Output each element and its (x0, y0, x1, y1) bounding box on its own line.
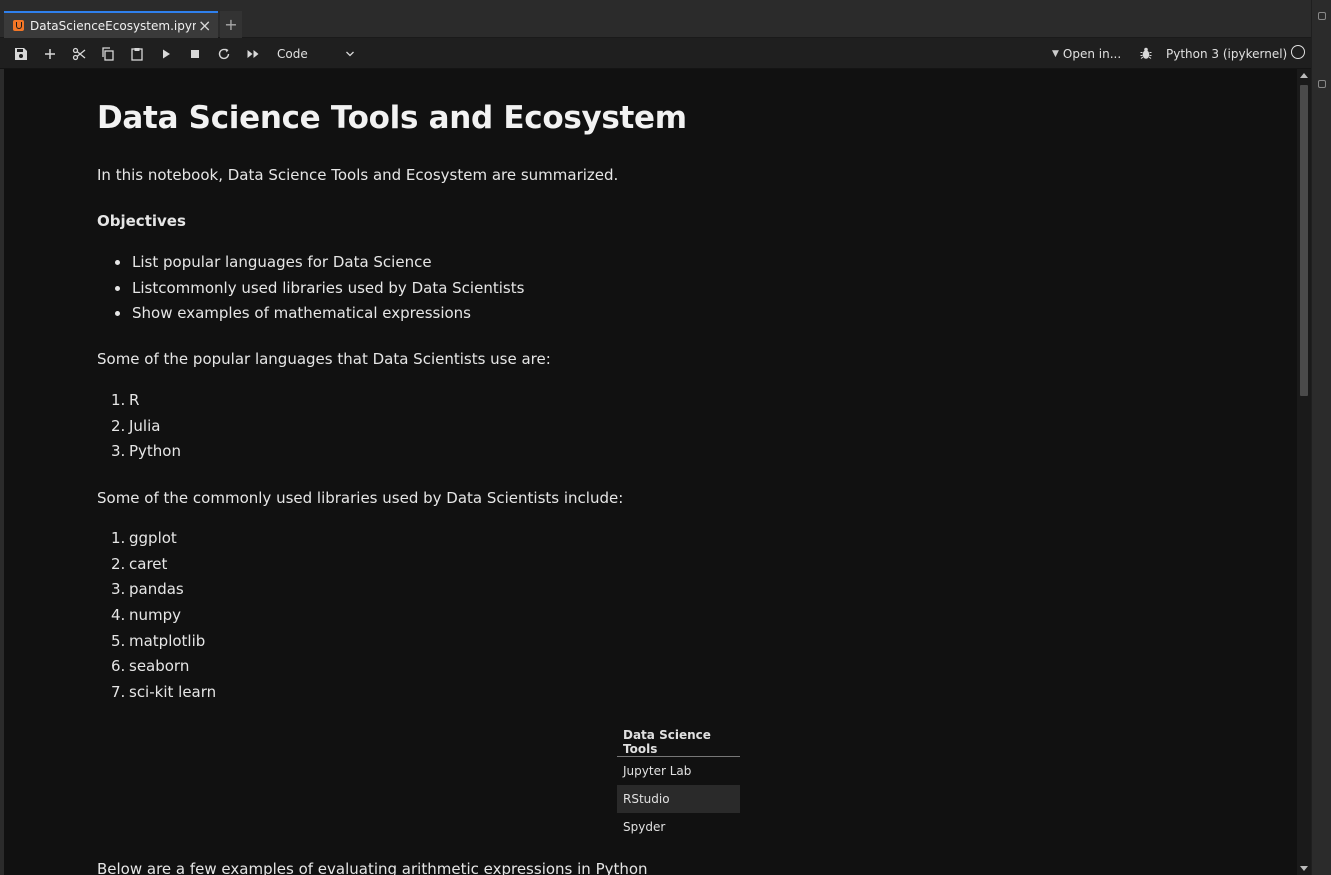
close-tab-icon[interactable]: × (198, 17, 211, 34)
notebook-panel: Data Science Tools and Ecosystem In this… (4, 69, 1297, 875)
paste-icon (131, 47, 143, 61)
run-all-icon (247, 49, 259, 58)
save-button[interactable] (11, 44, 31, 63)
tab-bar: DataScienceEcosystem.ipynb × + (0, 6, 1311, 38)
notebook-title: Data Science Tools and Ecosystem (97, 100, 687, 136)
copy-icon (102, 46, 114, 61)
list-item: 6. seaborn (111, 657, 190, 676)
tools-table: Data Science Tools Jupyter Lab RStudio S… (617, 728, 740, 841)
caret-down-icon: ▼ (1052, 48, 1059, 59)
list-item: 7. sci-kit learn (111, 683, 217, 702)
list-item: 1. R (111, 391, 140, 409)
bullet-icon (115, 260, 120, 265)
list-item: Show examples of mathematical expression… (111, 301, 524, 327)
cell-type-value: Code (277, 46, 308, 61)
insert-cell-button[interactable] (40, 44, 60, 63)
table-cell: Jupyter Lab (623, 763, 692, 778)
right-sidebar-strip (1311, 0, 1331, 875)
list-item: Listcommonly used libraries used by Data… (111, 276, 524, 302)
run-icon (163, 49, 170, 58)
cell-type-select[interactable]: Code (273, 44, 359, 63)
restart-kernel-button[interactable] (214, 44, 234, 63)
libraries-list: 1. ggplot 2. caret 3. pandas 4. numpy 5. matp… (111, 526, 216, 706)
list-item: List popular languages for Data Science (111, 250, 524, 276)
open-in-menu[interactable]: ▼ Open in... (1052, 44, 1121, 63)
notebook-toolbar: Code ▼ Open in... Python 3 (ipykernel) (0, 38, 1311, 69)
bullet-icon (115, 311, 120, 317)
table-header: Data Science Tools (617, 728, 740, 757)
add-cell-icon (45, 48, 55, 59)
intro-text: In this notebook, Data Science Tools and… (97, 166, 619, 184)
run-cell-button[interactable] (156, 44, 176, 63)
languages-intro: Some of the popular languages that Data … (97, 350, 551, 368)
bug-icon (1140, 47, 1152, 59)
paste-button[interactable] (127, 44, 147, 63)
list-item: 2. caret (111, 554, 168, 573)
save-icon (15, 47, 27, 60)
cut-button[interactable] (69, 44, 89, 63)
libraries-intro: Some of the commonly used libraries used… (97, 489, 624, 507)
chevron-down-icon (346, 51, 354, 56)
objectives-list: List popular languages for Data Science … (111, 250, 524, 327)
stop-icon (191, 49, 199, 58)
kernel-status-icon (1291, 45, 1305, 59)
notebook-tab[interactable]: DataScienceEcosystem.ipynb × (4, 11, 218, 38)
list-item: 4. numpy (111, 606, 182, 625)
copy-button[interactable] (98, 44, 118, 63)
scroll-down-arrow-icon[interactable] (1300, 866, 1308, 871)
property-inspector-icon[interactable] (1318, 12, 1326, 20)
interrupt-kernel-button[interactable] (185, 44, 205, 63)
list-item: 5. matplotlib (111, 631, 206, 650)
new-tab-button[interactable]: + (220, 11, 242, 38)
debugger-sidebar-icon[interactable] (1318, 80, 1326, 88)
table-cell: Spyder (623, 819, 666, 834)
open-in-label: Open in... (1062, 46, 1122, 61)
table-row: Jupyter Lab (617, 757, 740, 785)
list-item: 2. Julia (111, 416, 161, 435)
list-item: 3. pandas (111, 580, 184, 599)
list-item: 3. Python (111, 442, 181, 461)
table-row: RStudio (617, 784, 740, 813)
bullet-icon (115, 285, 120, 291)
scroll-up-arrow-icon[interactable] (1300, 73, 1308, 78)
table-cell: RStudio (617, 784, 740, 813)
kernel-name-button[interactable]: Python 3 (ipykernel) (1166, 44, 1287, 63)
list-item: 1. ggplot (111, 529, 177, 547)
restart-icon (218, 48, 230, 59)
tab-label: DataScienceEcosystem.ipynb (30, 18, 196, 33)
arithmetic-intro: Below are a few examples of evaluating a… (97, 860, 648, 875)
restart-run-all-button[interactable] (243, 44, 263, 63)
debugger-toggle-button[interactable] (1137, 44, 1155, 63)
notebook-scrollbar[interactable] (1297, 69, 1311, 875)
notebook-icon (13, 20, 24, 31)
table-row: Spyder (617, 813, 740, 841)
languages-list: 1. R 2. Julia 3. Python (111, 388, 181, 465)
scrollbar-thumb[interactable] (1300, 85, 1308, 396)
objectives-heading: Objectives (97, 212, 186, 230)
cut-icon (72, 47, 86, 60)
